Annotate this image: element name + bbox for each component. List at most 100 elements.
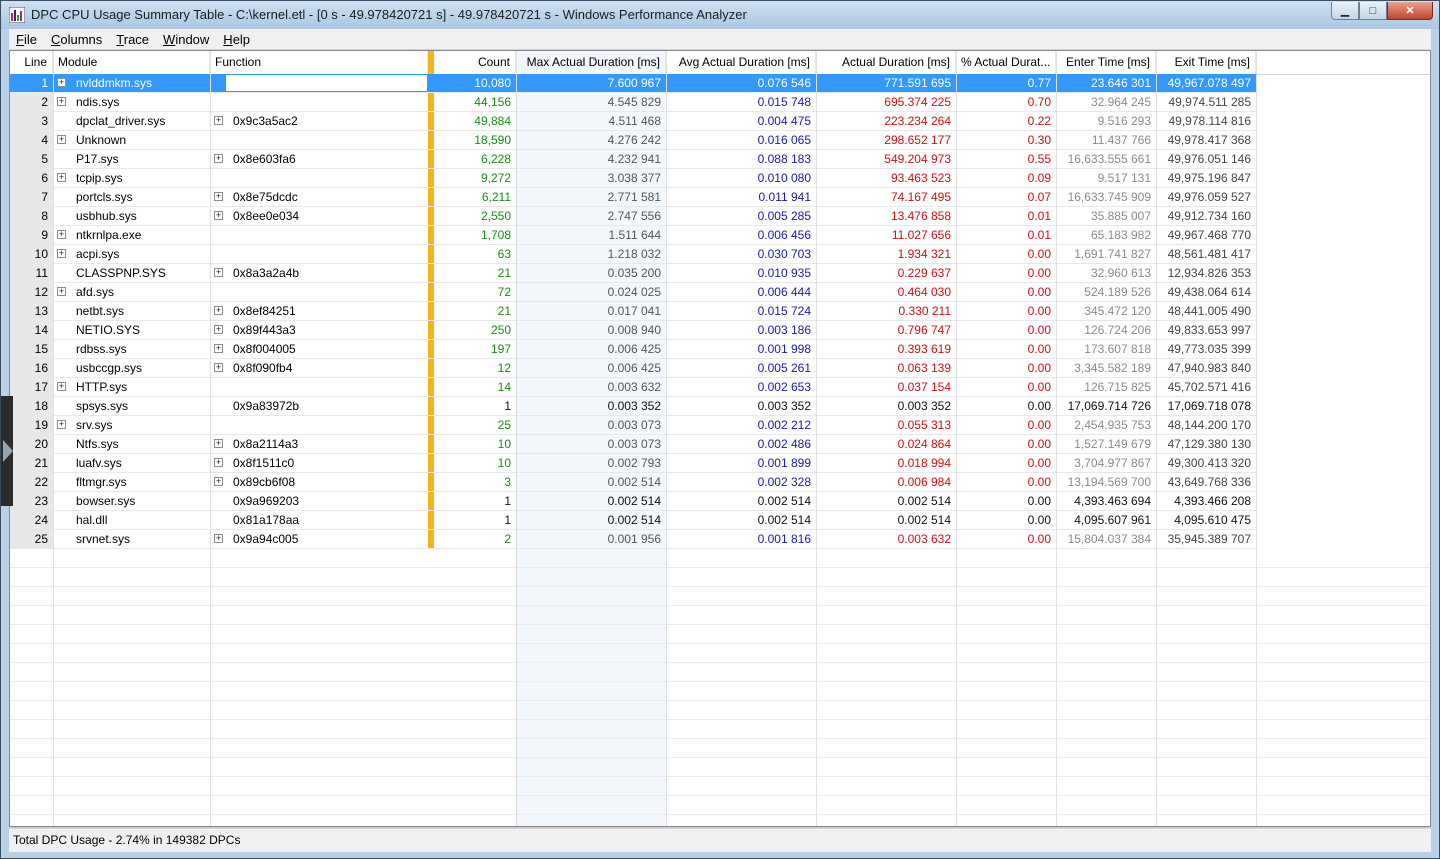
table-row[interactable]: 19 + srv.sys 25 0.003 073 0.002 212 0.055 313 0… xyxy=(10,416,1256,435)
empty-line-cell xyxy=(10,625,54,643)
column-header-count[interactable]: Count xyxy=(434,51,516,74)
expand-plus-icon[interactable]: + xyxy=(214,363,223,372)
empty-row xyxy=(10,739,1430,758)
enter-time-cell: 4,393.463 694 xyxy=(1074,494,1151,508)
table-row[interactable]: 18 spsys.sys 0x9a83972b 1 0.003 352 0.003 352… xyxy=(10,397,1256,416)
exit-time-cell: 45,702.571 416 xyxy=(1167,380,1251,394)
table-row[interactable]: 6 + tcpip.sys 9,272 3.038 377 0.010 080 93.463… xyxy=(10,169,1256,188)
close-button[interactable]: ✕ xyxy=(1387,2,1433,20)
menu-columns[interactable]: Columns xyxy=(44,32,109,47)
expand-plus-icon[interactable]: + xyxy=(214,154,223,163)
expand-plus-icon[interactable]: + xyxy=(214,116,223,125)
expand-plus-icon[interactable]: + xyxy=(214,325,223,334)
count-cell: 2 xyxy=(504,532,511,546)
actual-duration-cell: 223.234 264 xyxy=(884,114,951,128)
expand-plus-icon[interactable]: + xyxy=(57,173,66,182)
count-cell: 10,080 xyxy=(474,76,511,90)
column-header-actual-duration[interactable]: Actual Duration [ms] xyxy=(816,51,956,74)
menu-window[interactable]: Window xyxy=(156,32,216,47)
column-header-max-actual-duration[interactable]: ▼ Max Actual Duration [ms] xyxy=(516,51,666,74)
table-row[interactable]: 4 + Unknown 18,590 4.276 242 0.016 065 298.652… xyxy=(10,131,1256,150)
expand-plus-icon[interactable]: + xyxy=(214,458,223,467)
table-row[interactable]: 22 fltmgr.sys +0x89cb6f08 3 0.002 514 0.002 3… xyxy=(10,473,1256,492)
expand-plus-icon[interactable]: + xyxy=(214,477,223,486)
table-row[interactable]: 17 + HTTP.sys 14 0.003 632 0.002 653 0.037 154… xyxy=(10,378,1256,397)
table-row[interactable]: 3 dpclat_driver.sys +0x9c3a5ac2 49,884 4.511… xyxy=(10,112,1256,131)
count-cell: 9,272 xyxy=(480,171,511,185)
column-header-avg-actual-duration[interactable]: Avg Actual Duration [ms] xyxy=(666,51,816,74)
expand-plus-icon[interactable]: + xyxy=(57,97,66,106)
actual-duration-cell: 298.652 177 xyxy=(884,133,951,147)
side-panel-splitter[interactable] xyxy=(1,396,13,506)
module-cell: + tcpip.sys xyxy=(53,169,210,187)
column-header-function[interactable]: Function xyxy=(210,51,428,74)
menu-trace[interactable]: Trace xyxy=(109,32,156,47)
percent-duration-cell: 0.00 xyxy=(1027,285,1051,299)
expand-plus-icon[interactable]: + xyxy=(214,534,223,543)
column-header-exit-time[interactable]: Exit Time [ms] xyxy=(1156,51,1256,74)
expand-plus-icon[interactable]: + xyxy=(57,287,66,296)
menu-file[interactable]: File xyxy=(9,32,44,47)
table-row[interactable]: 11 CLASSPNP.SYS +0x8a3a2a4b 21 0.035 200 0.01… xyxy=(10,264,1256,283)
exit-time-cell: 48,144.200 170 xyxy=(1167,418,1251,432)
expand-plus-icon[interactable]: + xyxy=(57,230,66,239)
minimize-button[interactable]: ▁ xyxy=(1331,2,1359,20)
table-row[interactable]: 14 NETIO.SYS +0x89f443a3 250 0.008 940 0.003 … xyxy=(10,321,1256,340)
max-duration-cell: 0.003 352 xyxy=(607,399,661,413)
expand-plus-icon[interactable]: + xyxy=(57,135,66,144)
title-bar[interactable]: DPC CPU Usage Summary Table - C:\kernel.… xyxy=(1,1,1439,29)
exit-time-cell: 47,940.983 840 xyxy=(1167,361,1251,375)
table-row[interactable]: 23 bowser.sys 0x9a969203 1 0.002 514 0.002 51… xyxy=(10,492,1256,511)
module-cell: + nvlddmkm.sys xyxy=(53,74,210,92)
count-cell: 250 xyxy=(490,323,511,337)
column-header-line[interactable]: Line xyxy=(10,51,53,74)
empty-line-cell xyxy=(10,644,54,662)
column-divider xyxy=(1056,51,1057,826)
table-row[interactable]: 24 hal.dll 0x81a178aa 1 0.002 514 0.002 514 0.… xyxy=(10,511,1256,530)
table-row[interactable]: 16 usbccgp.sys +0x8f090fb4 12 0.006 425 0.005… xyxy=(10,359,1256,378)
expand-plus-icon[interactable]: + xyxy=(214,344,223,353)
table-row[interactable]: 25 srvnet.sys +0x9a94c005 2 0.001 956 0.001 8… xyxy=(10,530,1256,549)
count-cell: 197 xyxy=(490,342,511,356)
table-row[interactable]: 21 luafv.sys +0x8f1511c0 10 0.002 793 0.001 8… xyxy=(10,454,1256,473)
module-name: luafv.sys xyxy=(76,456,122,470)
enter-time-cell: 126.724 206 xyxy=(1084,323,1151,337)
line-cell: 17 xyxy=(10,378,53,396)
function-address: 0x8f1511c0 xyxy=(233,456,295,470)
table-row[interactable]: 5 P17.sys +0x8e603fa6 6,228 4.232 941 0.088 1… xyxy=(10,150,1256,169)
empty-line-cell xyxy=(10,701,54,719)
expand-plus-icon[interactable]: + xyxy=(57,420,66,429)
empty-row xyxy=(10,549,1430,568)
module-cell: Ntfs.sys xyxy=(53,435,210,453)
table-row[interactable]: 1 + nvlddmkm.sys 10,080 7.600 967 0.076 546 77… xyxy=(10,74,1256,93)
maximize-button[interactable]: □ xyxy=(1359,2,1387,20)
expand-plus-icon[interactable]: + xyxy=(214,306,223,315)
column-header-module[interactable]: Module xyxy=(53,51,210,74)
percent-duration-cell: 0.07 xyxy=(1027,190,1051,204)
line-cell: 18 xyxy=(10,397,53,415)
expand-plus-icon[interactable]: + xyxy=(214,268,223,277)
column-header-enter-time[interactable]: Enter Time [ms] xyxy=(1056,51,1156,74)
table-row[interactable]: 2 + ndis.sys 44,156 4.545 829 0.015 748 695.37… xyxy=(10,93,1256,112)
table-row[interactable]: 15 rdbss.sys +0x8f004005 197 0.006 425 0.001 … xyxy=(10,340,1256,359)
expand-plus-icon[interactable]: + xyxy=(57,249,66,258)
expand-plus-icon[interactable]: + xyxy=(57,382,66,391)
table-row[interactable]: 8 usbhub.sys +0x8ee0e034 2,550 2.747 556 0.00… xyxy=(10,207,1256,226)
expand-plus-icon[interactable]: + xyxy=(214,192,223,201)
menu-help[interactable]: Help xyxy=(216,32,257,47)
expand-plus-icon[interactable]: + xyxy=(57,78,66,87)
module-cell: + srv.sys xyxy=(53,416,210,434)
table-row[interactable]: 7 portcls.sys +0x8e75dcdc 6,211 2.771 581 0.0… xyxy=(10,188,1256,207)
percent-duration-cell: 0.70 xyxy=(1027,95,1051,109)
table-row[interactable]: 12 + afd.sys 72 0.024 025 0.006 444 0.464 030 0… xyxy=(10,283,1256,302)
table-row[interactable]: 10 + acpi.sys 63 1.218 032 0.030 703 1.934 321… xyxy=(10,245,1256,264)
table-row[interactable]: 9 + ntkrnlpa.exe 1,708 1.511 644 0.006 456 11.… xyxy=(10,226,1256,245)
function-cell-editor[interactable] xyxy=(226,75,427,91)
expand-plus-icon[interactable]: + xyxy=(214,211,223,220)
empty-row xyxy=(10,701,1430,720)
empty-line-cell xyxy=(10,739,54,757)
table-row[interactable]: 13 netbt.sys +0x8ef84251 21 0.017 041 0.015 7… xyxy=(10,302,1256,321)
table-row[interactable]: 20 Ntfs.sys +0x8a2114a3 10 0.003 073 0.002 48… xyxy=(10,435,1256,454)
column-header-percent-actual-duration[interactable]: % Actual Durat... xyxy=(956,51,1056,74)
expand-plus-icon[interactable]: + xyxy=(214,439,223,448)
